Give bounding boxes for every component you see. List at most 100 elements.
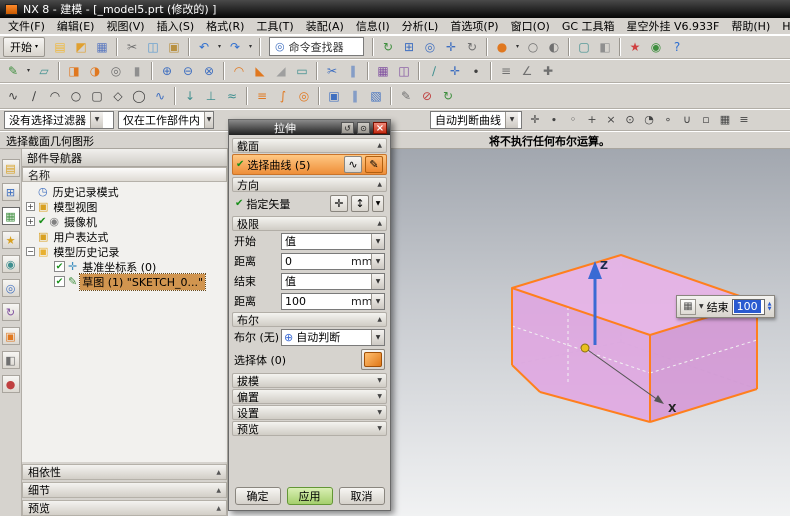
ellipse-button[interactable]: ◯ bbox=[129, 86, 149, 106]
revolve-button[interactable]: ◑ bbox=[85, 61, 105, 81]
rectangle-button[interactable]: ▢ bbox=[87, 86, 107, 106]
dialog-options-icon[interactable]: ⊙ bbox=[357, 121, 370, 134]
chevron-down-icon[interactable]: ▼ bbox=[371, 293, 384, 309]
profile-button[interactable]: ∿ bbox=[3, 86, 23, 106]
chevron-down-icon[interactable]: ▼ bbox=[699, 303, 704, 310]
cancel-button[interactable]: 取消 bbox=[338, 487, 385, 505]
open-file-button[interactable]: ◩ bbox=[71, 37, 91, 57]
menu-item-5[interactable]: 工具(T) bbox=[250, 17, 299, 35]
cut-button[interactable]: ✂ bbox=[122, 37, 142, 57]
chamfer-button[interactable]: ◣ bbox=[250, 61, 270, 81]
ok-button[interactable]: 确定 bbox=[234, 487, 281, 505]
expand-arrow-icon[interactable]: ▼ bbox=[377, 393, 382, 400]
intersection-point-snap-icon[interactable]: × bbox=[602, 111, 620, 129]
datum-csys-button[interactable]: ✛ bbox=[445, 61, 465, 81]
menu-item-3[interactable]: 插入(S) bbox=[151, 17, 201, 35]
tree-item-5[interactable]: ✔ ✛ 基准坐标系 (0) bbox=[22, 259, 227, 274]
expression-button[interactable]: ≡ bbox=[496, 61, 516, 81]
render-style-button[interactable]: ◐ bbox=[544, 37, 564, 57]
chevron-down-icon[interactable]: ▼ bbox=[371, 253, 384, 269]
measure-distance-button[interactable]: ∠ bbox=[517, 61, 537, 81]
tree-item-1[interactable]: + ▣ 模型视图 bbox=[22, 199, 227, 214]
hole-button[interactable]: ◎ bbox=[106, 61, 126, 81]
menu-item-9[interactable]: 首选项(P) bbox=[444, 17, 504, 35]
collapse-arrow-icon[interactable]: ▲ bbox=[377, 181, 382, 188]
tree-item-3[interactable]: ▣ 用户表达式 bbox=[22, 229, 227, 244]
patch-button[interactable]: ▧ bbox=[366, 86, 386, 106]
unite-button[interactable]: ⊕ bbox=[157, 61, 177, 81]
spline-button[interactable]: ∿ bbox=[150, 86, 170, 106]
thicken-button[interactable]: ▣ bbox=[324, 86, 344, 106]
specify-vector-row[interactable]: ✔ 指定矢量 ✛ ↕ ▼ bbox=[232, 193, 387, 214]
limits-group-header[interactable]: 极限 ▲ bbox=[232, 216, 387, 231]
intersect-button[interactable]: ⊗ bbox=[199, 61, 219, 81]
touch-mode-button[interactable]: ◉ bbox=[646, 37, 666, 57]
datum-plane-button[interactable]: ▱ bbox=[34, 61, 54, 81]
vector-list-dropdown-icon[interactable]: ▼ bbox=[372, 195, 384, 212]
assembly-navigator-tab[interactable]: ▤ bbox=[1, 159, 20, 177]
chevron-down-icon[interactable]: ▼ bbox=[505, 111, 518, 128]
sew-button[interactable]: ∥ bbox=[345, 86, 365, 106]
menu-item-0[interactable]: 文件(F) bbox=[2, 17, 51, 35]
polygon-button[interactable]: ◇ bbox=[108, 86, 128, 106]
direction-group-header[interactable]: 方向 ▲ bbox=[232, 177, 387, 192]
menu-item-14[interactable]: HB_MOULD M6.6 bbox=[776, 19, 790, 34]
arc-button[interactable]: ◠ bbox=[45, 86, 65, 106]
expand-arrow-icon[interactable]: ▼ bbox=[377, 425, 382, 432]
expand-icon[interactable]: + bbox=[26, 202, 35, 211]
through-curves-button[interactable]: ≡ bbox=[252, 86, 272, 106]
zoom-button[interactable]: ◎ bbox=[420, 37, 440, 57]
curve-rule-dropdown[interactable]: 自动判断曲线 ▼ bbox=[430, 110, 522, 129]
existing-point-snap-icon[interactable]: ∘ bbox=[659, 111, 677, 129]
mirror-feature-button[interactable]: ◫ bbox=[394, 61, 414, 81]
chevron-down-icon[interactable]: ▼ bbox=[371, 233, 384, 249]
offset-curve-button[interactable]: ≈ bbox=[222, 86, 242, 106]
chevron-down-icon[interactable]: ▼ bbox=[90, 111, 103, 128]
chevron-down-icon[interactable]: ▼ bbox=[204, 111, 213, 128]
boolean-group-header[interactable]: 布尔 ▲ bbox=[232, 312, 387, 327]
collapsed-section-0[interactable]: 拔模 ▼ bbox=[232, 373, 387, 388]
checkbox-checked-icon[interactable]: ✔ bbox=[54, 261, 65, 272]
sketch-section-icon[interactable]: ✎ bbox=[365, 156, 383, 173]
select-body-row[interactable]: 选择体 (0) bbox=[234, 348, 385, 371]
menu-item-8[interactable]: 分析(L) bbox=[396, 17, 445, 35]
process-studio-tab[interactable]: ▣ bbox=[1, 327, 20, 345]
grid-point-snap-icon[interactable]: ▦ bbox=[716, 111, 734, 129]
menu-item-12[interactable]: 星空外挂 V6.933F bbox=[621, 17, 726, 35]
curve-icon[interactable]: ∿ bbox=[344, 156, 362, 173]
point-on-curve-snap-icon[interactable]: ∪ bbox=[678, 111, 696, 129]
end-distance-input[interactable]: 100 mm ▼ bbox=[281, 292, 385, 310]
dropdown-arrow-icon[interactable]: ▾ bbox=[24, 67, 33, 74]
tube-button[interactable]: ◎ bbox=[294, 86, 314, 106]
limit-option-icon[interactable]: ▦ bbox=[680, 298, 696, 315]
dialog-reset-icon[interactable]: ↺ bbox=[341, 121, 354, 134]
project-curve-button[interactable]: ↓ bbox=[180, 86, 200, 106]
end-distance-onscreen-input[interactable]: 100 bbox=[731, 298, 765, 315]
part-navigator-header[interactable]: 部件导航器 bbox=[22, 149, 227, 167]
sketch-button[interactable]: ✎ bbox=[3, 61, 23, 81]
paste-button[interactable]: ▣ bbox=[164, 37, 184, 57]
help-button[interactable]: ? bbox=[667, 37, 687, 57]
extrude-button[interactable]: ◨ bbox=[64, 61, 84, 81]
panel-header-1[interactable]: 细节 ▲ bbox=[22, 482, 227, 498]
undo-button[interactable]: ↶ bbox=[194, 37, 214, 57]
roles-button[interactable]: ★ bbox=[625, 37, 645, 57]
intersection-curve-button[interactable]: ⊥ bbox=[201, 86, 221, 106]
start-distance-input[interactable]: 0 mm ▼ bbox=[281, 252, 385, 270]
window-button[interactable]: ◧ bbox=[595, 37, 615, 57]
selection-scope-dropdown[interactable]: 仅在工作部件内 ▼ bbox=[118, 110, 214, 129]
point-button[interactable]: ∙ bbox=[466, 61, 486, 81]
circle-button[interactable]: ○ bbox=[66, 86, 86, 106]
tree-item-4[interactable]: − ▣ 模型历史记录 bbox=[22, 244, 227, 259]
selection-filter-dropdown[interactable]: 没有选择过滤器 ▼ bbox=[4, 110, 114, 129]
collapsed-section-3[interactable]: 预览 ▼ bbox=[232, 421, 387, 436]
menu-item-4[interactable]: 格式(R) bbox=[200, 17, 250, 35]
dialog-title-bar[interactable]: 拉伸 ↺ ⊙ × bbox=[229, 120, 390, 135]
start-limit-dropdown[interactable]: 值 ▼ bbox=[281, 232, 385, 250]
update-button[interactable]: ↻ bbox=[438, 86, 458, 106]
internet-explorer-tab[interactable]: ◎ bbox=[1, 279, 20, 297]
pan-button[interactable]: ✛ bbox=[441, 37, 461, 57]
checkbox-checked-icon[interactable]: ✔ bbox=[54, 276, 65, 287]
dropdown-arrow-icon[interactable]: ▾ bbox=[215, 43, 224, 50]
select-curve-row[interactable]: ✔ 选择曲线 (5) ∿ ✎ bbox=[232, 154, 387, 175]
